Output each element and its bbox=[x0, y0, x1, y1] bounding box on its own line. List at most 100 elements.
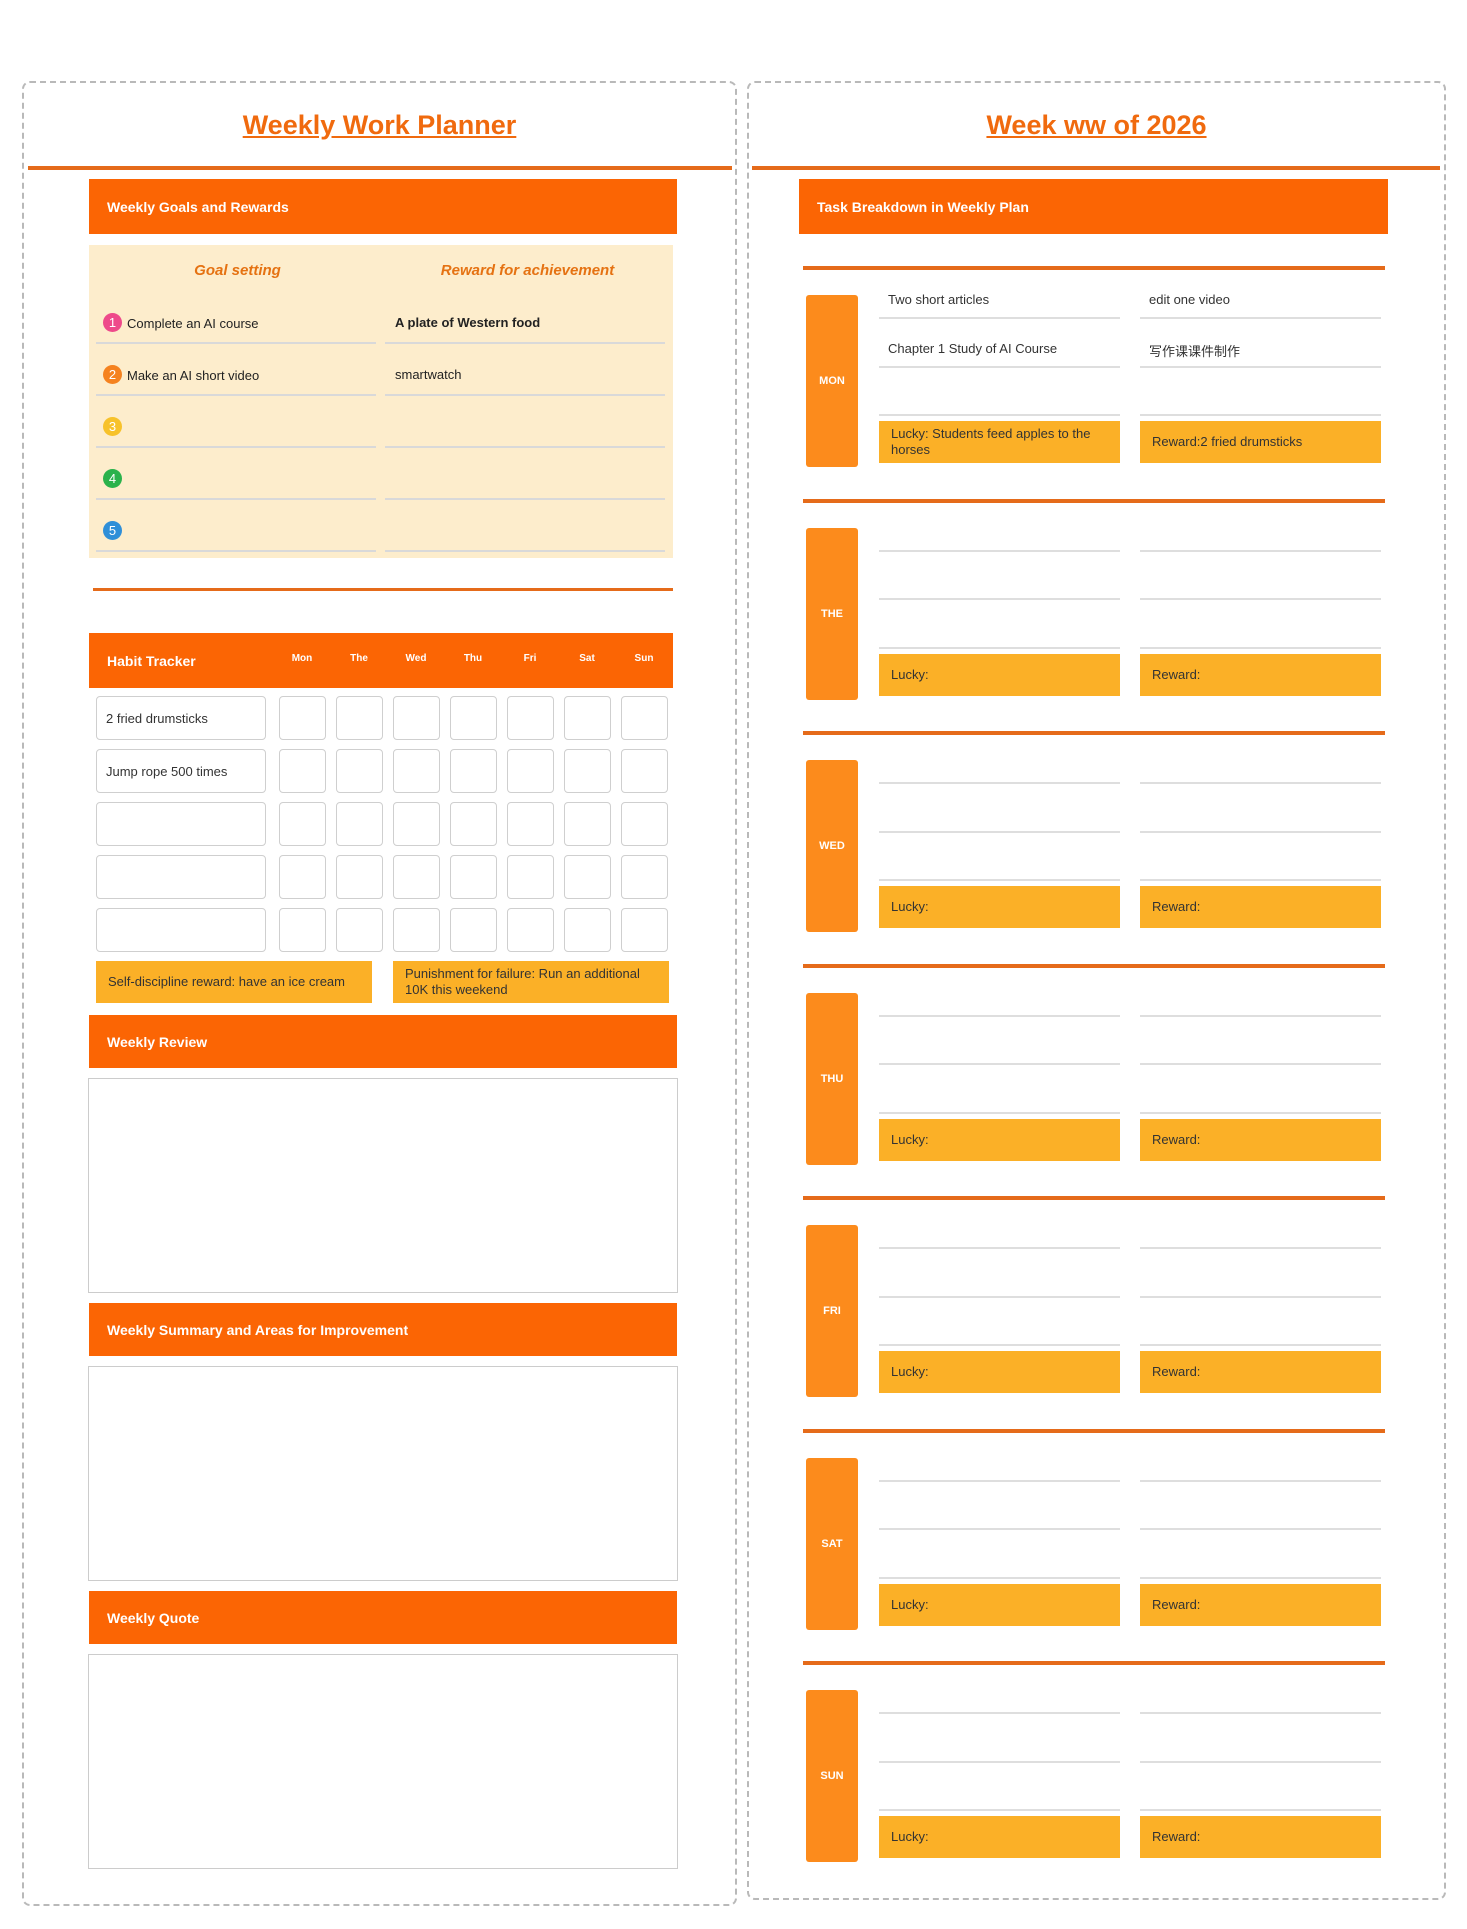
habit-check-box[interactable] bbox=[507, 855, 554, 899]
goal-text: Complete an AI course bbox=[127, 316, 259, 331]
weekly-review-box[interactable] bbox=[88, 1078, 678, 1293]
task-line[interactable] bbox=[879, 1063, 1120, 1065]
habit-check-box[interactable] bbox=[507, 749, 554, 793]
task-line[interactable] bbox=[1140, 1479, 1381, 1482]
habit-check-box[interactable] bbox=[564, 908, 611, 952]
habit-check-box[interactable] bbox=[507, 802, 554, 846]
task-line[interactable] bbox=[1140, 1760, 1381, 1763]
task-line[interactable] bbox=[879, 598, 1120, 600]
habit-check-box[interactable] bbox=[450, 802, 497, 846]
task-line[interactable] bbox=[1140, 317, 1381, 319]
task-line[interactable] bbox=[879, 1111, 1120, 1114]
habit-check-box[interactable] bbox=[564, 802, 611, 846]
task-line[interactable] bbox=[879, 782, 1120, 784]
task-line[interactable] bbox=[1140, 1111, 1381, 1114]
task-line[interactable] bbox=[879, 1576, 1120, 1579]
lucky-box: Lucky: bbox=[879, 1583, 1120, 1626]
habit-check-box[interactable] bbox=[279, 696, 326, 740]
day-separator bbox=[803, 1196, 1385, 1200]
habit-check-box[interactable] bbox=[336, 696, 383, 740]
reward-underline bbox=[385, 394, 665, 396]
task-line[interactable] bbox=[879, 830, 1120, 833]
task-line[interactable] bbox=[1140, 879, 1381, 881]
goal-text: Make an AI short video bbox=[127, 368, 260, 383]
task-line[interactable] bbox=[1140, 782, 1381, 784]
habit-check-box[interactable] bbox=[336, 908, 383, 952]
habit-check-box[interactable] bbox=[564, 696, 611, 740]
habit-check-box[interactable] bbox=[564, 749, 611, 793]
habit-check-box[interactable] bbox=[393, 696, 440, 740]
lucky-box: Lucky: bbox=[879, 1118, 1120, 1161]
task-line[interactable] bbox=[879, 1479, 1120, 1482]
task-line[interactable] bbox=[1140, 1014, 1381, 1017]
habit-check-box[interactable] bbox=[450, 855, 497, 899]
habit-check-box[interactable] bbox=[393, 855, 440, 899]
task-line[interactable] bbox=[879, 317, 1120, 319]
task-line[interactable] bbox=[879, 1295, 1120, 1298]
habit-check-box[interactable] bbox=[621, 855, 668, 899]
habit-check-box[interactable] bbox=[279, 749, 326, 793]
task-line[interactable] bbox=[1140, 646, 1381, 649]
task-line[interactable] bbox=[879, 646, 1120, 649]
task-line[interactable] bbox=[879, 1344, 1120, 1346]
task-line[interactable] bbox=[879, 1809, 1120, 1811]
habit-check-box[interactable] bbox=[279, 908, 326, 952]
habit-check-box[interactable] bbox=[507, 696, 554, 740]
task-line[interactable] bbox=[1140, 1063, 1381, 1065]
goals-section bbox=[89, 245, 673, 558]
task-line[interactable] bbox=[1140, 1576, 1381, 1579]
habit-check-box[interactable] bbox=[336, 802, 383, 846]
habit-check-box[interactable] bbox=[279, 855, 326, 899]
habit-check-box[interactable] bbox=[507, 908, 554, 952]
task-line[interactable] bbox=[1140, 1295, 1381, 1298]
habit-check-box[interactable] bbox=[393, 749, 440, 793]
habit-check-box[interactable] bbox=[621, 696, 668, 740]
task-line[interactable] bbox=[1140, 1712, 1381, 1714]
task-line[interactable] bbox=[1140, 1344, 1381, 1346]
habit-check-box[interactable] bbox=[621, 749, 668, 793]
habit-check-box[interactable] bbox=[621, 802, 668, 846]
task-line[interactable] bbox=[879, 1528, 1120, 1530]
task-line[interactable] bbox=[879, 365, 1120, 368]
task-line[interactable] bbox=[1140, 414, 1381, 416]
task-line[interactable] bbox=[1140, 1809, 1381, 1811]
habit-day-label: The bbox=[350, 653, 368, 664]
task-line[interactable] bbox=[1140, 598, 1381, 600]
habit-check-box[interactable] bbox=[393, 802, 440, 846]
task-line[interactable] bbox=[1140, 1528, 1381, 1530]
task-line[interactable] bbox=[879, 1760, 1120, 1763]
task-line[interactable] bbox=[879, 549, 1120, 552]
weekly-summary-header: Weekly Summary and Areas for Improvement bbox=[89, 1303, 677, 1356]
task-line[interactable] bbox=[879, 1712, 1120, 1714]
habit-name: Jump rope 500 times bbox=[106, 764, 228, 779]
task-line[interactable] bbox=[1140, 830, 1381, 833]
habit-check-box[interactable] bbox=[336, 749, 383, 793]
habit-check-box[interactable] bbox=[393, 908, 440, 952]
task-line[interactable] bbox=[879, 1247, 1120, 1249]
habit-check-box[interactable] bbox=[450, 749, 497, 793]
task-line[interactable] bbox=[879, 879, 1120, 881]
reward-heading: Reward for achievement bbox=[440, 262, 615, 279]
weekly-quote-box[interactable] bbox=[88, 1654, 678, 1869]
lucky-box: Lucky: bbox=[879, 886, 1120, 928]
task-line[interactable] bbox=[879, 414, 1120, 416]
task-line[interactable] bbox=[1140, 1247, 1381, 1249]
habit-check-box[interactable] bbox=[621, 908, 668, 952]
habit-name-box[interactable] bbox=[96, 802, 266, 846]
habit-name-box[interactable] bbox=[96, 908, 266, 952]
task-line[interactable] bbox=[1140, 365, 1381, 368]
day-separator bbox=[803, 963, 1385, 968]
habit-check-box[interactable] bbox=[564, 855, 611, 899]
habit-name-box[interactable] bbox=[96, 855, 266, 899]
task-line[interactable] bbox=[1140, 549, 1381, 552]
lucky-box: Lucky: bbox=[879, 1816, 1120, 1858]
weekly-summary-box[interactable] bbox=[88, 1366, 678, 1581]
habit-check-box[interactable] bbox=[336, 855, 383, 899]
task-line[interactable] bbox=[879, 1014, 1120, 1017]
habit-day-label: Mon bbox=[291, 653, 313, 664]
day-label: SUN bbox=[806, 1690, 858, 1862]
habit-check-box[interactable] bbox=[279, 802, 326, 846]
habit-name: 2 fried drumsticks bbox=[106, 711, 208, 726]
habit-check-box[interactable] bbox=[450, 696, 497, 740]
habit-check-box[interactable] bbox=[450, 908, 497, 952]
